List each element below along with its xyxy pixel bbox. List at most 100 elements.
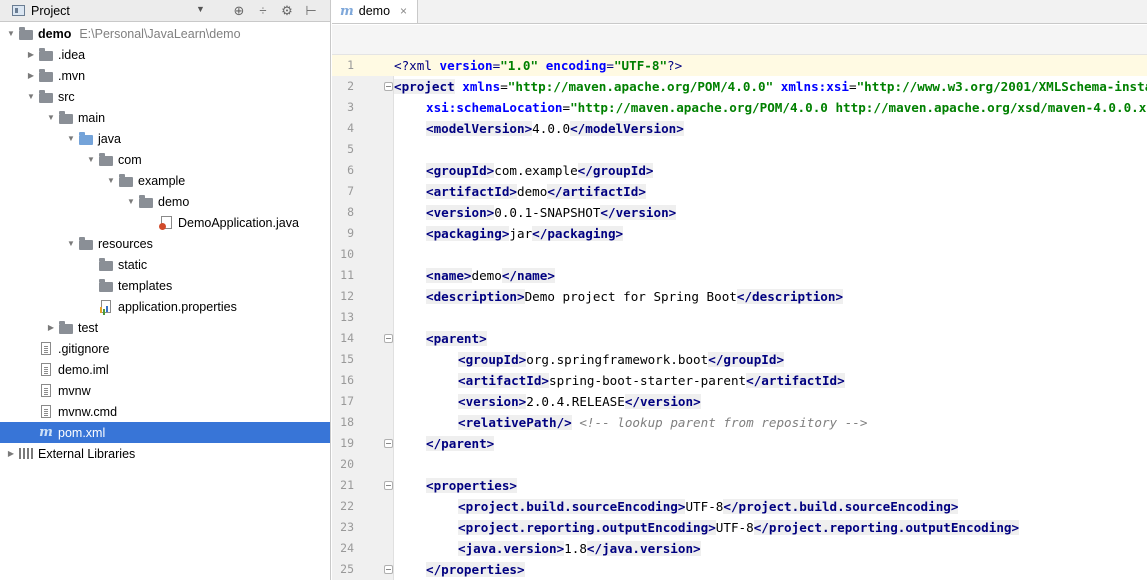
tree-item[interactable]: ▶ .mvn xyxy=(0,65,330,86)
collapsed-arrow-icon[interactable]: ▶ xyxy=(24,71,38,80)
code-token: UTF-8 xyxy=(685,499,724,514)
line-number: 9 xyxy=(347,226,354,240)
project-view-title[interactable]: Project xyxy=(31,4,70,18)
tree-item[interactable]: ▼ demo E:\Personal\JavaLearn\demo xyxy=(0,23,330,44)
code-line[interactable]: 13 xyxy=(332,307,1147,328)
tree-item[interactable]: mvnw xyxy=(0,380,330,401)
code-token: <?xml xyxy=(394,58,440,73)
tree-item[interactable]: m pom.xml xyxy=(0,422,330,443)
fold-marker-icon[interactable] xyxy=(384,481,393,490)
code-line[interactable]: 3 xsi:schemaLocation="http://maven.apache… xyxy=(332,97,1147,118)
code-line[interactable]: 22 <project.build.sourceEncoding>UTF-8</p… xyxy=(332,496,1147,517)
tree-item-label: mvnw.cmd xyxy=(58,404,118,419)
folder-icon xyxy=(38,89,54,104)
code-line[interactable]: 5 xyxy=(332,139,1147,160)
tree-item[interactable]: demo.iml xyxy=(0,359,330,380)
folder-icon xyxy=(98,257,114,272)
expanded-arrow-icon[interactable]: ▼ xyxy=(64,239,78,248)
line-number: 14 xyxy=(340,331,354,345)
code-line[interactable]: 23 <project.reporting.outputEncoding>UTF-… xyxy=(332,517,1147,538)
code-line[interactable]: 20 xyxy=(332,454,1147,475)
collapsed-arrow-icon[interactable]: ▶ xyxy=(4,449,18,458)
code-editor[interactable]: 1 <?xml version="1.0" encoding="UTF-8"?> 2… xyxy=(332,55,1147,580)
tree-item[interactable]: ▼ java xyxy=(0,128,330,149)
tree-item[interactable]: ▼ main xyxy=(0,107,330,128)
expanded-arrow-icon[interactable]: ▼ xyxy=(24,92,38,101)
code-text: <version>2.0.4.RELEASE</version> xyxy=(394,391,701,412)
tree-item-label: DemoApplication.java xyxy=(178,215,299,230)
tree-item[interactable]: application.properties xyxy=(0,296,330,317)
expanded-arrow-icon[interactable]: ▼ xyxy=(44,113,58,122)
line-number: 1 xyxy=(332,55,354,76)
tree-item[interactable]: ▶ .idea xyxy=(0,44,330,65)
tree-item[interactable]: static xyxy=(0,254,330,275)
maven-file-icon: m xyxy=(340,3,354,19)
expanded-arrow-icon[interactable]: ▼ xyxy=(124,197,138,206)
code-line[interactable]: 7 <artifactId>demo</artifactId> xyxy=(332,181,1147,202)
fold-marker-icon[interactable] xyxy=(384,82,393,91)
view-dropdown-icon[interactable]: ▼ xyxy=(196,4,205,14)
code-token: = xyxy=(562,100,571,115)
tree-item[interactable]: templates xyxy=(0,275,330,296)
tree-item[interactable]: mvnw.cmd xyxy=(0,401,330,422)
hide-panel-icon[interactable]: ⊢ xyxy=(302,2,320,20)
code-line[interactable]: 14 <parent> xyxy=(332,328,1147,349)
expanded-arrow-icon[interactable]: ▼ xyxy=(4,29,18,38)
code-line[interactable]: 2 <project xmlns="http://maven.apache.org… xyxy=(332,76,1147,97)
tree-item[interactable]: .gitignore xyxy=(0,338,330,359)
tab-pom-xml[interactable]: m demo × xyxy=(332,0,419,23)
code-line[interactable]: 1 <?xml version="1.0" encoding="UTF-8"?> xyxy=(332,55,1147,76)
tree-item[interactable]: ▼ resources xyxy=(0,233,330,254)
close-tab-icon[interactable]: × xyxy=(400,4,407,18)
project-header: Project ▼ ⊕ ÷ ⚙ ⊢ xyxy=(0,0,330,22)
code-line[interactable]: 15 <groupId>org.springframework.boot</gro… xyxy=(332,349,1147,370)
collapsed-arrow-icon[interactable]: ▶ xyxy=(24,50,38,59)
tree-item[interactable]: ▼ com xyxy=(0,149,330,170)
tree-item-label: .idea xyxy=(58,47,86,62)
code-line[interactable]: 25 </properties> xyxy=(332,559,1147,580)
code-line[interactable]: 8 <version>0.0.1-SNAPSHOT</version> xyxy=(332,202,1147,223)
tree-item-label: .gitignore xyxy=(58,341,110,356)
code-token: </parent> xyxy=(426,436,495,451)
code-line[interactable]: 17 <version>2.0.4.RELEASE</version> xyxy=(332,391,1147,412)
scroll-from-source-icon[interactable]: ⊕ xyxy=(230,2,248,20)
code-line[interactable]: 12 <description>Demo project for Spring B… xyxy=(332,286,1147,307)
collapse-all-icon[interactable]: ÷ xyxy=(254,2,272,20)
code-line[interactable]: 21 <properties> xyxy=(332,475,1147,496)
expanded-arrow-icon[interactable]: ▼ xyxy=(84,155,98,164)
fold-marker-icon[interactable] xyxy=(384,565,393,574)
code-token: </modelVersion> xyxy=(570,121,684,136)
tree-item[interactable]: DemoApplication.java xyxy=(0,212,330,233)
tree-item[interactable]: ▼ example xyxy=(0,170,330,191)
tree-item[interactable]: ▼ demo xyxy=(0,191,330,212)
tree-item[interactable]: ▼ src xyxy=(0,86,330,107)
project-path: E:\Personal\JavaLearn\demo xyxy=(79,26,241,41)
code-token: <project.reporting.outputEncoding> xyxy=(458,520,716,535)
tree-item-label: src xyxy=(58,89,75,104)
collapsed-arrow-icon[interactable]: ▶ xyxy=(44,323,58,332)
code-line[interactable]: 24 <java.version>1.8</java.version> xyxy=(332,538,1147,559)
code-line[interactable]: 18 <relativePath/> <!-- lookup parent fro… xyxy=(332,412,1147,433)
code-token: <project.build.sourceEncoding> xyxy=(458,499,686,514)
code-line[interactable]: 11 <name>demo</name> xyxy=(332,265,1147,286)
code-token: <parent> xyxy=(426,331,487,346)
fold-marker-icon[interactable] xyxy=(384,334,393,343)
code-line[interactable]: 4 <modelVersion>4.0.0</modelVersion> xyxy=(332,118,1147,139)
tree-item[interactable]: ▶ External Libraries xyxy=(0,443,330,464)
code-line[interactable]: 9 <packaging>jar</packaging> xyxy=(332,223,1147,244)
expanded-arrow-icon[interactable]: ▼ xyxy=(64,134,78,143)
code-line[interactable]: 19 </parent> xyxy=(332,433,1147,454)
line-number: 3 xyxy=(347,100,354,114)
tree-item[interactable]: ▶ test xyxy=(0,317,330,338)
code-token: "http://maven.apache.org/POM/4.0.0" xyxy=(507,79,774,94)
expanded-arrow-icon[interactable]: ▼ xyxy=(104,176,118,185)
settings-gear-icon[interactable]: ⚙ xyxy=(278,2,296,20)
code-line[interactable]: 10 xyxy=(332,244,1147,265)
fold-marker-icon[interactable] xyxy=(384,439,393,448)
code-line[interactable]: 16 <artifactId>spring-boot-starter-parent… xyxy=(332,370,1147,391)
code-token: </groupId> xyxy=(708,352,785,367)
tree-item-label: example xyxy=(138,173,186,188)
tree-item-label: mvnw xyxy=(58,383,91,398)
code-line[interactable]: 6 <groupId>com.example</groupId> xyxy=(332,160,1147,181)
